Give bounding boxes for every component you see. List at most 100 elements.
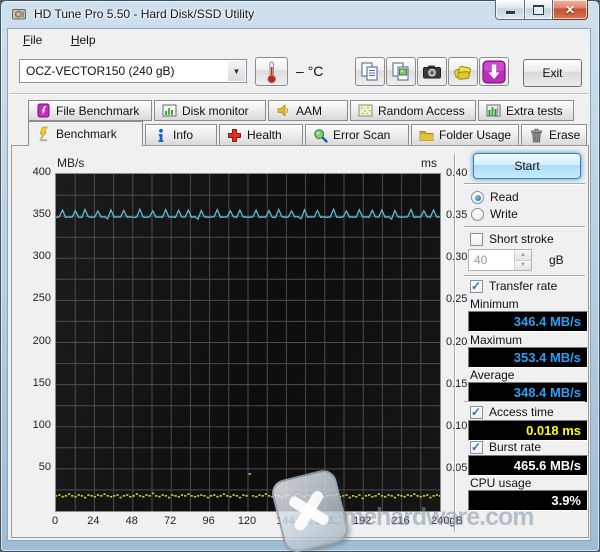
benchmark-icon [35, 126, 51, 142]
close-button[interactable]: ✕ [553, 0, 588, 20]
tab-extra-tests[interactable]: Extra tests [478, 100, 574, 121]
tab-file-benchmark[interactable]: File Benchmark [28, 100, 152, 121]
maximize-icon [533, 4, 544, 15]
copy-text-button[interactable] [355, 57, 385, 86]
access-time-dot [129, 495, 132, 498]
download-update-button[interactable] [479, 57, 509, 86]
tab-label: Health [247, 128, 282, 142]
read-radio[interactable] [471, 191, 484, 204]
access-time-dot [116, 494, 119, 496]
access-time-dot [193, 495, 197, 498]
write-radio[interactable] [471, 208, 484, 221]
stepper-buttons[interactable]: ▲ ▼ [514, 250, 531, 270]
minimum-label: Minimum [470, 297, 519, 311]
access-time-checkbox[interactable] [470, 405, 483, 419]
stepper-up-icon[interactable]: ▲ [515, 250, 531, 261]
download-arrow-icon [482, 60, 506, 83]
chart-canvas [56, 174, 440, 511]
access-time-dot [145, 494, 148, 496]
tab-label: Extra tests [506, 103, 563, 118]
thermometer-icon [267, 61, 276, 83]
access-time-dot [213, 494, 216, 496]
access-time-dot [161, 494, 164, 496]
average-label: Average [470, 368, 515, 382]
tab-erase[interactable]: Erase [521, 124, 587, 146]
burst-rate-value: 465.6 MB/s [468, 455, 588, 476]
read-radio-label: Read [490, 190, 519, 204]
tab-disk-monitor[interactable]: Disk monitor [154, 100, 266, 121]
minimize-button[interactable] [495, 0, 525, 20]
menu-file[interactable]: File [14, 29, 51, 50]
transfer-rate-checkbox[interactable] [470, 279, 483, 293]
burst-rate-checkbox[interactable] [470, 440, 483, 454]
access-time-dot [151, 492, 155, 495]
axis-tick-label: 0.30 [446, 251, 468, 264]
access-time-dot [380, 495, 384, 497]
start-button[interactable]: Start [473, 153, 581, 179]
access-time-dot [197, 495, 200, 497]
access-time-value: 0.018 ms [468, 420, 588, 441]
axis-tick-label: 120 [237, 515, 257, 527]
access-time-label: Access time [489, 405, 554, 419]
save-results-button[interactable] [448, 57, 478, 86]
axis-tick-label: 0.35 [446, 209, 468, 222]
tab-health[interactable]: Health [219, 124, 303, 146]
device-select[interactable]: OCZ-VECTOR150 (240 gB) ▼ [19, 59, 247, 83]
access-time-dot [61, 495, 64, 498]
tab-info[interactable]: Info [145, 124, 217, 146]
transfer-rate-label: Transfer rate [489, 279, 558, 293]
tab-aam[interactable]: AAM [268, 100, 348, 121]
copy-image-button[interactable] [386, 57, 416, 86]
access-time-dot [184, 495, 187, 497]
temperature-value: – [296, 63, 304, 79]
access-time-dot [393, 496, 397, 499]
access-time-dot [109, 495, 113, 498]
tab-folder-usage[interactable]: Folder Usage [411, 124, 519, 146]
short-stroke-checkbox[interactable] [470, 233, 483, 246]
capacity-stepper[interactable]: 40 ▲ ▼ [468, 249, 532, 271]
copy-text-icon [361, 62, 378, 80]
access-time-dot [426, 494, 429, 496]
access-time-dot [100, 495, 103, 497]
tab-label: Random Access [378, 103, 465, 118]
maximum-value: 353.4 MB/s [468, 347, 588, 368]
folder-usage-icon [418, 127, 434, 143]
access-time-dot [187, 493, 190, 495]
access-time-dot [167, 496, 171, 499]
temperature-button[interactable] [255, 57, 288, 86]
title-bar[interactable]: HD Tune Pro 5.50 - Hard Disk/SSD Utility… [0, 0, 600, 28]
start-label: Start [514, 159, 540, 173]
close-icon: ✕ [564, 2, 576, 17]
exit-button[interactable]: Exit [523, 59, 582, 87]
access-time-dot [56, 495, 58, 497]
access-time-dot [87, 494, 90, 496]
capacity-unit-label: gB [549, 253, 564, 267]
access-time-dot [96, 494, 100, 496]
access-time-dot [397, 494, 400, 496]
app-window: HD Tune Pro 5.50 - Hard Disk/SSD Utility… [0, 0, 600, 552]
tab-benchmark[interactable]: Benchmark [28, 121, 143, 146]
access-time-dot [74, 495, 77, 498]
access-time-dot [238, 496, 242, 499]
maximize-button[interactable] [525, 0, 553, 20]
info-icon [152, 127, 168, 143]
minimum-value: 346.4 MB/s [468, 311, 588, 332]
access-time-dot [77, 494, 80, 496]
tab-label: Folder Usage [439, 128, 512, 142]
app-icon [12, 9, 26, 20]
access-time-dot [264, 493, 267, 495]
device-select-value: OCZ-VECTOR150 (240 gB) [26, 64, 175, 78]
section-separator [464, 401, 585, 403]
access-time-dot [90, 495, 93, 497]
axis-tick-label: 100 [32, 418, 51, 431]
menu-help[interactable]: Help [62, 29, 105, 50]
access-time-dot [235, 495, 238, 497]
stepper-down-icon[interactable]: ▼ [515, 260, 531, 270]
tab-error-scan[interactable]: Error Scan [305, 124, 409, 146]
temperature-readout: – °C [296, 63, 323, 79]
tab-random-access[interactable]: Random Access [350, 100, 476, 121]
axis-tick-label: 72 [164, 515, 177, 527]
section-separator [464, 226, 585, 228]
chevron-down-icon[interactable]: ▼ [228, 61, 245, 81]
screenshot-button[interactable] [417, 57, 447, 86]
